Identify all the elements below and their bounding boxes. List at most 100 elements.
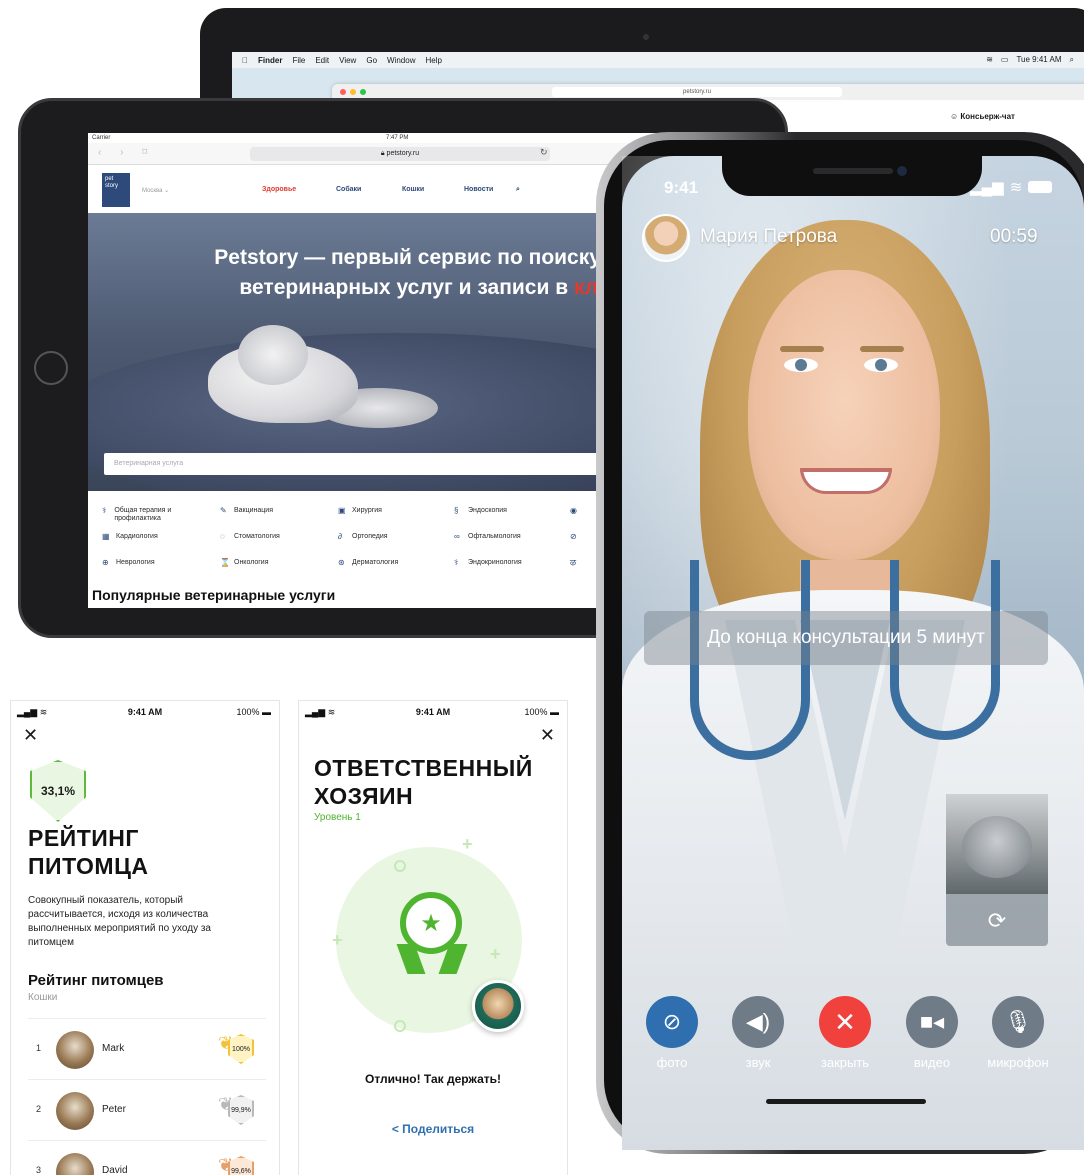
rating-description: Совокупный показатель, который рассчитыв…	[28, 895, 211, 948]
search-icon[interactable]: ⌕	[516, 186, 520, 194]
close-window-button[interactable]	[340, 89, 346, 95]
ipad-clock: 7:47 PM	[385, 135, 409, 141]
browser-url-bar[interactable]: petstory.ru	[552, 87, 842, 97]
ipad-home-button[interactable]	[34, 351, 68, 385]
menu-view[interactable]: View	[339, 56, 356, 65]
nav-cats[interactable]: Кошки	[402, 186, 424, 193]
category-vaccination[interactable]: ✎ Вакцинация	[220, 507, 273, 515]
pet-avatar	[56, 1031, 94, 1069]
carrier-label: Carrier	[92, 135, 111, 141]
back-forward-icon[interactable]: ‹ › ⌑	[98, 147, 155, 158]
achievement-title: ОТВЕТСТВЕННЫЙ ХОЗЯИН	[314, 755, 533, 809]
logo-text: pet story	[105, 176, 119, 189]
rating-row[interactable]: 2 Peter ❦ 99,9%	[28, 1079, 266, 1139]
nav-news[interactable]: Новости	[464, 186, 493, 193]
ring-decoration	[394, 860, 406, 872]
category-partial-3[interactable]: ऴ	[570, 559, 580, 567]
menu-help[interactable]: Help	[425, 56, 441, 65]
mac-menubar:  Finder File Edit View Go Window Help ≋…	[232, 52, 1084, 68]
category-endoscopy[interactable]: § Эндоскопия	[454, 507, 507, 515]
category-label: Эндокринология	[468, 559, 522, 566]
category-partial-2[interactable]: ⊘	[570, 533, 580, 541]
category-neurology[interactable]: ⊕ Неврология	[102, 559, 155, 567]
menu-app-name[interactable]: Finder	[258, 56, 282, 65]
menu-window[interactable]: Window	[387, 56, 415, 65]
sound-button[interactable]: ◀)	[732, 996, 784, 1048]
category-orthopedics[interactable]: ∂ Ортопедия	[338, 533, 388, 541]
battery-level: 100% ▬	[524, 707, 559, 717]
menubar-clock[interactable]: Tue 9:41 AM	[1016, 55, 1061, 65]
rating-row[interactable]: 1 Mark ❦ 100%	[28, 1018, 266, 1078]
category-dentistry[interactable]: ◌ Стоматология	[220, 533, 280, 541]
category-surgery[interactable]: ▣ Хирургия	[338, 507, 382, 515]
award-medal-icon: ★	[400, 892, 462, 954]
close-icon[interactable]: ✕	[23, 725, 38, 746]
consultation-time-notice: До конца консультации 5 минут	[644, 611, 1048, 665]
signal-icon: ▂▄▆	[970, 179, 1004, 196]
photo-label: фото	[656, 1055, 688, 1070]
share-button[interactable]: < Поделиться	[298, 1122, 568, 1136]
category-label: Общая терапия и профилактика	[114, 507, 172, 522]
iphone-notch	[722, 152, 982, 196]
call-timer: 00:59	[990, 226, 1038, 247]
caller-name: Мария Петрова	[700, 226, 838, 247]
mic-icon: 🎙︎	[1004, 1009, 1032, 1034]
pet-avatar	[56, 1092, 94, 1130]
category-cardiology[interactable]: ▦ Кардиология	[102, 533, 158, 541]
category-label: Хирургия	[352, 507, 382, 514]
share-icon: <	[391, 1122, 403, 1136]
heart-monitor-icon: ▦	[102, 532, 110, 541]
rating-row[interactable]: 3 David ❦ 99,6%	[28, 1140, 266, 1175]
category-dermatology[interactable]: ⊛ Дерматология	[338, 559, 398, 567]
cat-image-head	[238, 325, 308, 385]
search-icon[interactable]: ⌕	[1070, 55, 1074, 65]
sparkle-icon: +	[332, 930, 343, 950]
reload-icon[interactable]: ↻	[540, 147, 548, 158]
safari-url-text: petstory.ru	[386, 150, 420, 157]
gland-icon: ⚕	[454, 558, 459, 567]
attach-photo-button[interactable]: ⊘	[646, 996, 698, 1048]
sparkle-icon: +	[462, 834, 473, 854]
menu-go[interactable]: Go	[366, 56, 377, 65]
close-icon[interactable]: ✕	[540, 725, 555, 746]
zoom-window-button[interactable]	[360, 89, 366, 95]
category-label: Неврология	[116, 559, 155, 566]
stethoscope-icon: ⚕	[102, 506, 107, 515]
paperclip-icon: ⊘	[662, 1009, 682, 1034]
petstory-logo[interactable]: pet story	[102, 173, 130, 207]
safari-url-bar[interactable]: 🔒︎ petstory.ru	[250, 147, 550, 161]
tooth-icon: ◌	[220, 532, 225, 541]
battery-icon[interactable]: ▭	[1001, 55, 1009, 65]
skin-icon: ⊛	[338, 558, 345, 567]
menu-file[interactable]: File	[292, 56, 305, 65]
achievement-message: Отлично! Так держать!	[364, 1072, 501, 1086]
menu-edit[interactable]: Edit	[315, 56, 329, 65]
end-call-button[interactable]: ✕	[819, 996, 871, 1048]
nav-health[interactable]: Здоровье	[262, 186, 296, 193]
minimize-window-button[interactable]	[350, 89, 356, 95]
apple-icon[interactable]: 	[242, 56, 248, 65]
rating-score: 33,1%	[40, 784, 76, 798]
rating-title: РЕЙТИНГ ПИТОМЦА	[28, 825, 149, 879]
self-view-cat	[962, 816, 1032, 878]
category-label: Кардиология	[116, 533, 158, 540]
switch-camera-icon[interactable]: ⟳	[946, 896, 1048, 946]
brain-icon: ⊕	[102, 558, 109, 567]
star-icon: ★	[420, 909, 442, 937]
video-button[interactable]: ■◂	[906, 996, 958, 1048]
wifi-icon[interactable]: ≋	[986, 55, 993, 65]
category-oncology[interactable]: ⌛ Онкология	[220, 559, 269, 567]
category-general-therapy[interactable]: ⚕ Общая терапия и профилактика	[102, 507, 202, 523]
microphone-button[interactable]: 🎙︎	[992, 996, 1044, 1048]
nav-dogs[interactable]: Собаки	[336, 186, 361, 193]
rating-list-subtitle: Кошки	[28, 992, 58, 1003]
doctor-eye-right	[864, 358, 898, 372]
silver-badge: ❦ 99,9%	[218, 1090, 264, 1130]
category-endocrinology[interactable]: ⚕ Эндокринология	[454, 559, 522, 567]
concierge-chat-link[interactable]: ☺ Консьерж-чат	[944, 104, 1054, 134]
city-selector[interactable]: Москва ⌄	[142, 187, 169, 194]
category-label: Офтальмология	[468, 533, 521, 540]
category-ophthalmology[interactable]: ∞ Офтальмология	[454, 533, 521, 541]
category-label: Онкология	[234, 559, 269, 566]
category-partial[interactable]: ◉	[570, 507, 580, 515]
